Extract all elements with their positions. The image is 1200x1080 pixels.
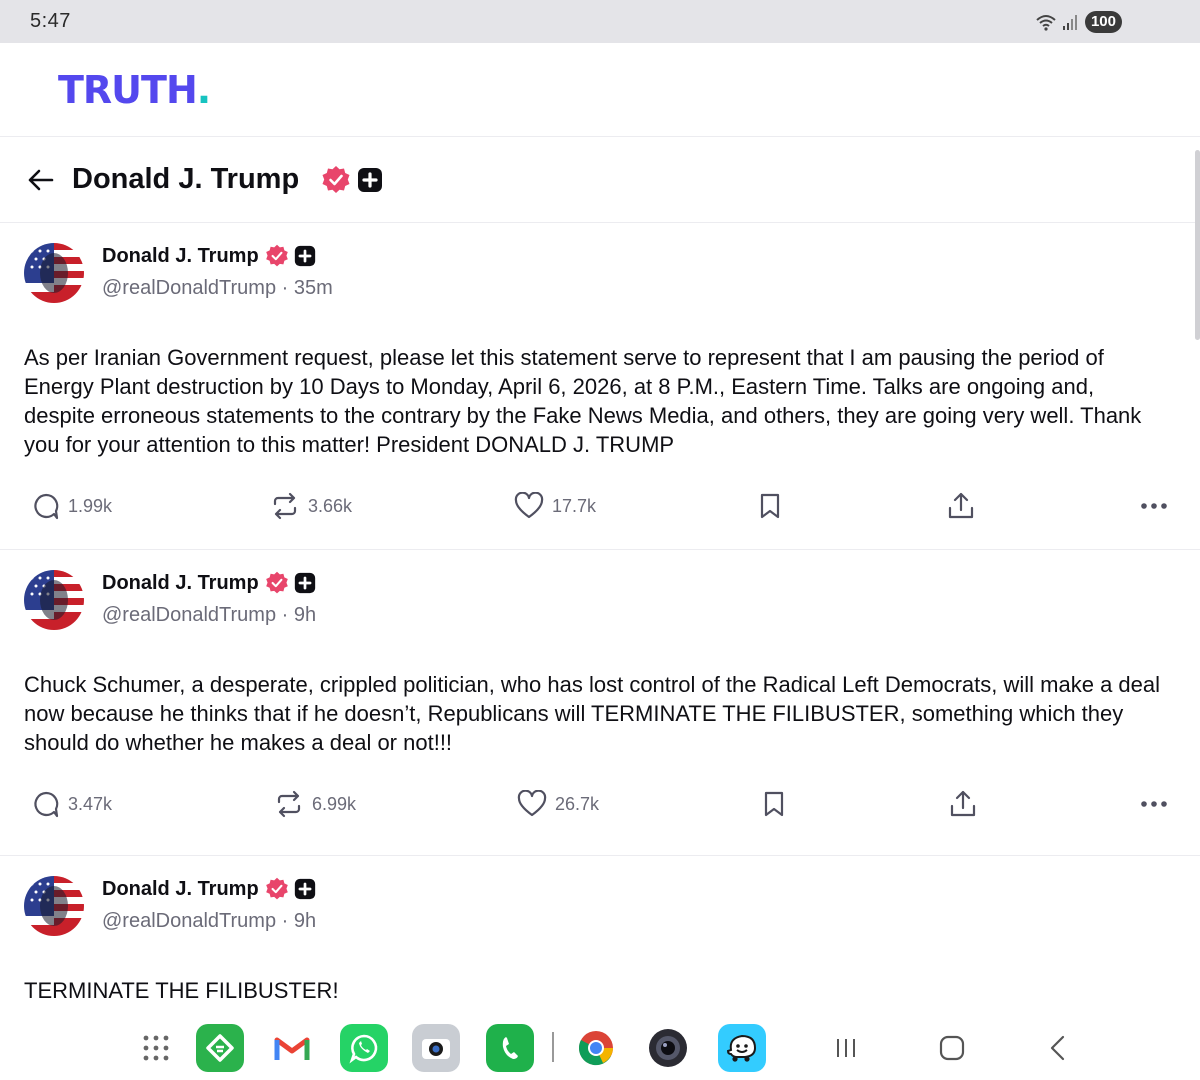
post-feed: Donald J. Trump @realDonaldTrump · 35m A… [0,223,1200,1005]
reply-icon [34,493,59,520]
post-header: Donald J. Trump @realDonaldTrump [24,874,1178,944]
post-text: TERMINATE THE FILIBUSTER! [24,978,339,1003]
status-time: 5:47 [30,10,71,32]
app-drawer-icon[interactable] [132,1024,180,1072]
bottom-dock [0,1012,1200,1080]
more-dots-icon [1141,503,1167,509]
post-item[interactable]: Donald J. Trump @realDonaldTrump [0,223,1200,550]
verified-badge-icon [265,877,288,900]
profile-name: Donald J. Trump [72,163,300,195]
post-actions: 3.47k 6.99k 26.7k [24,757,1178,851]
retruth-icon [273,492,297,520]
verified-badge-icon [322,165,350,193]
post-timestamp: · 9h [281,910,317,932]
post-actions: 1.99k 3.66k 17.7k [24,459,1178,553]
post-header: Donald J. Trump @realDonaldTrump [24,241,1178,311]
reply-count: 3.47k [68,793,113,814]
more-options-button[interactable] [1140,502,1168,510]
back-icon[interactable] [1040,1030,1076,1066]
post-meta: Donald J. Trump @realDonaldTrump [102,874,316,933]
like-count: 17.7k [552,495,597,516]
status-icons: 100 [1035,10,1122,33]
signal-icon [1062,14,1077,30]
more-options-button[interactable] [1140,800,1168,808]
wifi-icon [1036,14,1056,31]
camera-lens-icon[interactable] [644,1024,692,1072]
retruth-icon [277,790,301,818]
truth-logo[interactable]: TRUTH. [58,68,211,112]
profile-header: Donald J. Trump [0,137,1200,223]
retruth-button[interactable]: 3.66k [270,492,352,520]
bookmark-icon [760,493,780,519]
post-text: Chuck Schumer, a desperate, crippled pol… [24,672,1161,755]
reply-button[interactable]: 3.47k [32,790,112,818]
reply-button[interactable]: 1.99k [32,492,112,520]
more-dots-icon [1141,801,1167,807]
feedly-icon[interactable] [196,1024,244,1072]
reply-icon [34,791,59,818]
profile-badges [321,165,383,195]
chrome-icon[interactable] [572,1024,620,1072]
waze-icon[interactable] [718,1024,766,1072]
post-timestamp: · 9h [281,604,317,626]
verified-badge-icon [265,571,288,594]
heart-icon [517,790,547,817]
truth-plus-badge-icon [294,572,315,594]
like-count: 26.7k [555,793,600,814]
share-icon [948,492,974,519]
battery-indicator: 100 [1084,10,1122,33]
post-timestamp: · 35m [281,277,333,299]
share-button[interactable] [948,789,978,819]
post-meta: Donald J. Trump @realDonaldTrump [102,568,316,627]
avatar[interactable] [24,243,84,303]
avatar[interactable] [24,570,84,630]
dock-divider [552,1032,554,1062]
post-author-name[interactable]: Donald J. Trump [102,878,259,901]
post-item[interactable]: Donald J. Trump @realDonaldTrump [0,856,1200,1005]
retruth-button[interactable]: 6.99k [274,790,356,818]
heart-icon [514,492,544,519]
retruth-count: 6.99k [312,793,357,814]
share-icon [950,790,976,817]
post-item[interactable]: Donald J. Trump @realDonaldTrump [0,550,1200,856]
post-text: As per Iranian Government request, pleas… [24,345,1142,457]
gmail-icon[interactable] [268,1024,316,1072]
post-meta: Donald J. Trump @realDonaldTrump [102,241,333,300]
truth-plus-badge-icon [294,878,315,900]
app-logo-bar: TRUTH. [0,43,1200,137]
bookmark-button[interactable] [762,790,786,818]
post-handle[interactable]: @realDonaldTrump [102,604,276,626]
camera-icon[interactable] [412,1024,460,1072]
status-bar: 5:47 100 [0,0,1200,43]
post-author-name[interactable]: Donald J. Trump [102,245,259,268]
bookmark-icon [764,791,784,817]
truth-plus-badge-icon [358,167,383,192]
recents-icon[interactable] [828,1030,864,1066]
home-icon[interactable] [934,1030,970,1066]
post-handle[interactable]: @realDonaldTrump [102,277,276,299]
like-button[interactable]: 26.7k [517,790,599,818]
share-button[interactable] [946,491,976,521]
whatsapp-icon[interactable] [340,1024,388,1072]
verified-badge-icon [265,244,288,267]
phone-icon[interactable] [486,1024,534,1072]
like-button[interactable]: 17.7k [514,492,596,520]
post-header: Donald J. Trump @realDonaldTrump [24,568,1178,638]
retruth-count: 3.66k [308,495,353,516]
avatar[interactable] [24,876,84,936]
post-author-name[interactable]: Donald J. Trump [102,572,259,595]
bookmark-button[interactable] [758,492,782,520]
back-arrow-icon[interactable] [26,166,54,194]
truth-plus-badge-icon [294,245,315,267]
reply-count: 1.99k [68,495,113,516]
post-handle[interactable]: @realDonaldTrump [102,910,276,932]
